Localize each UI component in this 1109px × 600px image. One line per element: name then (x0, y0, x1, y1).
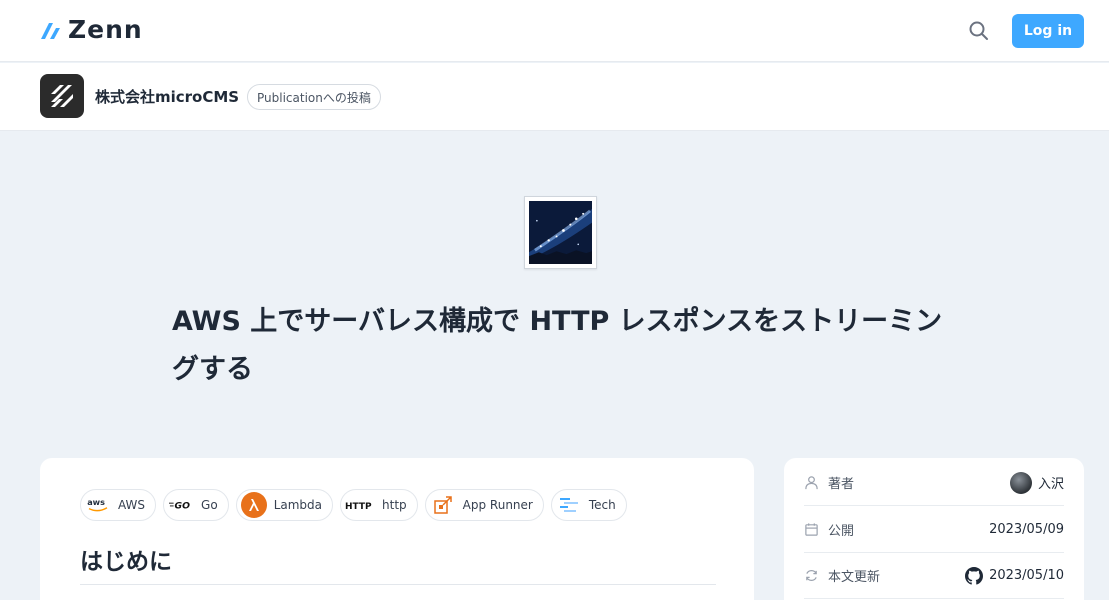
author-avatar (1009, 471, 1032, 494)
meta-updated-row: 本文更新 2023/05/10 (804, 553, 1064, 599)
svg-text:GO: GO (175, 501, 191, 511)
publication-bar: 株式会社microCMS Publicationへの投稿 (0, 63, 1109, 131)
user-icon (805, 476, 818, 490)
published-date: 2023/05/09 (989, 522, 1064, 537)
publication-name[interactable]: 株式会社microCMS (95, 86, 239, 107)
tag-label: http (382, 498, 407, 512)
tag-aws[interactable]: aws AWS (80, 489, 157, 521)
lambda-icon (240, 492, 267, 518)
tag-tech[interactable]: Tech (550, 489, 627, 521)
article-title: AWS 上でサーバレス構成で HTTP レスポンスをストリーミン グする (172, 298, 972, 394)
svg-text:aws: aws (87, 497, 105, 507)
tag-label: Lambda (273, 498, 323, 512)
tag-label: App Runner (462, 498, 533, 512)
svg-text:HTTP: HTTP (345, 502, 372, 511)
publication-logo[interactable] (40, 74, 84, 118)
app-runner-icon (430, 492, 456, 518)
microcms-logo-icon (51, 85, 73, 107)
calendar-icon (805, 523, 818, 536)
updated-history-link[interactable]: 2023/05/10 (965, 566, 1064, 585)
tag-label: Go (201, 498, 218, 512)
top-navbar: Zenn Log in (0, 0, 1109, 62)
meta-published-row: 公開 2023/05/09 (804, 507, 1064, 553)
search-button[interactable] (966, 18, 992, 44)
login-button[interactable]: Log in (1012, 14, 1084, 48)
tag-go[interactable]: GO Go (163, 489, 229, 521)
tag-http[interactable]: HTTP http (340, 489, 418, 521)
meta-author-row: 著者 入沢 (804, 460, 1064, 506)
refresh-icon (806, 570, 817, 581)
publication-badge: Publicationへの投稿 (247, 84, 381, 110)
article-body-card: aws AWS GO Go Lambda HTTP http App Runne… (40, 458, 754, 600)
tag-label: Tech (588, 498, 616, 512)
author-name: 入沢 (1037, 477, 1064, 492)
article-meta-card: 著者 入沢 公開 2023/05/09 本文更新 2023/05/10 (784, 458, 1084, 600)
author-label: 著者 (828, 477, 855, 492)
updated-date: 2023/05/10 (989, 568, 1064, 583)
article-title-line2: グする (172, 354, 253, 385)
topic-tags: aws AWS GO Go Lambda HTTP http App Runne… (80, 489, 627, 521)
tag-label: AWS (118, 498, 146, 512)
article-title-line1: AWS 上でサーバレス構成で HTTP レスポンスをストリーミン (172, 306, 943, 337)
zenn-logo-icon (41, 23, 60, 39)
zenn-logo[interactable]: Zenn (40, 17, 143, 43)
article-emoji (524, 196, 597, 269)
section-divider (80, 584, 716, 585)
milky-way-icon (529, 201, 592, 264)
go-icon: GO (168, 492, 194, 518)
tag-lambda[interactable]: Lambda (235, 489, 334, 521)
tech-icon (556, 492, 582, 518)
github-icon (965, 566, 984, 585)
section-heading: はじめに (80, 549, 172, 575)
author-link[interactable]: 入沢 (1009, 471, 1064, 494)
logo-text: Zenn (68, 15, 143, 44)
published-label: 公開 (828, 524, 855, 539)
search-icon (969, 21, 988, 40)
http-icon: HTTP (345, 492, 375, 518)
updated-label: 本文更新 (828, 570, 881, 585)
aws-icon: aws (85, 492, 111, 518)
tag-app-runner[interactable]: App Runner (424, 489, 544, 521)
